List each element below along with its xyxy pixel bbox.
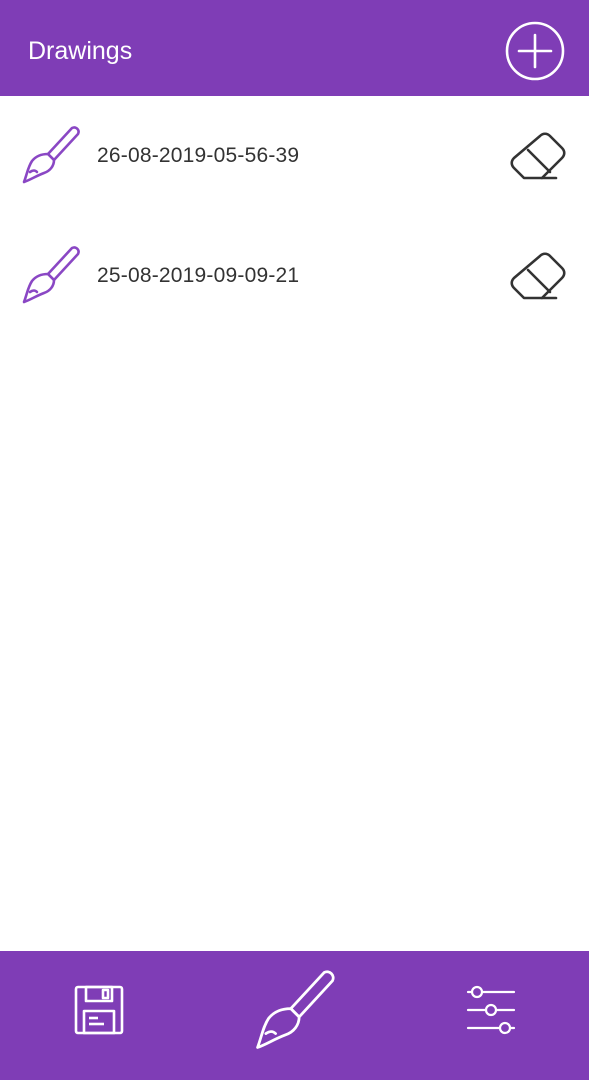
paintbrush-icon: [22, 246, 80, 304]
paintbrush-icon: [256, 970, 335, 1049]
top-app-bar: Drawings: [0, 0, 589, 96]
app-screen: Drawings 26-08-2019-05-56-39 25-08-2019-…: [0, 0, 589, 1080]
bottom-nav-bar: [0, 951, 589, 1080]
list-item[interactable]: 25-08-2019-09-09-21: [0, 216, 589, 336]
eraser-icon: [510, 132, 566, 180]
plus-circle-icon: [505, 21, 565, 81]
sliders-icon: [466, 985, 516, 1035]
drawings-list: 26-08-2019-05-56-39 25-08-2019-09-09-21: [0, 96, 589, 336]
delete-drawing-button[interactable]: [504, 248, 570, 306]
drawing-name: 25-08-2019-09-09-21: [97, 264, 300, 287]
draw-button[interactable]: [252, 967, 338, 1053]
settings-button[interactable]: [464, 983, 518, 1037]
floppy-disk-icon: [74, 985, 124, 1035]
page-title: Drawings: [28, 37, 133, 65]
list-item[interactable]: 26-08-2019-05-56-39: [0, 96, 589, 216]
eraser-icon: [510, 252, 566, 300]
delete-drawing-button[interactable]: [504, 128, 570, 186]
add-drawing-button[interactable]: [504, 20, 566, 82]
save-button[interactable]: [70, 981, 128, 1039]
paintbrush-icon: [22, 126, 80, 184]
drawing-name: 26-08-2019-05-56-39: [97, 144, 300, 167]
